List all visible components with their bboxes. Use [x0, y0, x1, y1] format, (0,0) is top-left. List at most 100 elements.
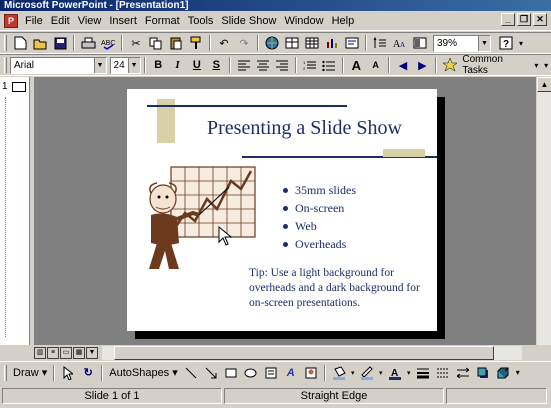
clip-art-icon[interactable] — [302, 364, 320, 382]
outline-view-icon[interactable]: ≡ — [47, 347, 59, 359]
tables-borders-icon[interactable] — [283, 34, 301, 52]
shadow-icon[interactable]: S — [208, 56, 225, 74]
menu-slide-show[interactable]: Slide Show — [217, 15, 280, 27]
scroll-thumb[interactable] — [114, 346, 494, 360]
insert-table-icon[interactable] — [303, 34, 321, 52]
menu-window[interactable]: Window — [280, 15, 327, 27]
close-button[interactable]: ✕ — [533, 13, 547, 26]
common-tasks-icon[interactable] — [441, 56, 458, 74]
bullet-list[interactable]: 35mm slides On-screen Web Overheads — [283, 181, 356, 253]
restore-button[interactable]: ❐ — [517, 13, 531, 26]
bold-icon[interactable]: B — [150, 56, 167, 74]
menu-tools[interactable]: Tools — [184, 15, 218, 27]
svg-text:?: ? — [503, 39, 509, 50]
autoshapes-button[interactable]: AutoShapes ▾ — [106, 366, 181, 379]
slide-show-icon[interactable]: ▼ — [86, 347, 98, 359]
chevron-down-icon[interactable]: ▼ — [93, 57, 106, 73]
open-icon[interactable] — [31, 34, 49, 52]
menu-view[interactable]: View — [74, 15, 106, 27]
scroll-up-icon[interactable]: ▲ — [537, 77, 551, 92]
increase-font-size-icon[interactable]: A — [348, 56, 365, 74]
shadow-style-icon[interactable] — [474, 364, 492, 382]
minimize-button[interactable]: _ — [501, 13, 515, 26]
3d-style-icon[interactable] — [494, 364, 512, 382]
line-icon[interactable] — [182, 364, 200, 382]
chevron-down-icon[interactable]: ▾ — [533, 56, 541, 74]
paste-icon[interactable] — [167, 34, 185, 52]
chevron-down-icon[interactable]: ▼ — [127, 57, 140, 73]
print-icon[interactable] — [79, 34, 97, 52]
hyperlink-icon[interactable] — [263, 34, 281, 52]
vertical-scrollbar[interactable]: ▲ — [536, 77, 551, 345]
save-icon[interactable] — [51, 34, 69, 52]
promote-icon[interactable]: ◀ — [394, 56, 411, 74]
slide-view-icon[interactable]: ▭ — [60, 347, 72, 359]
align-right-icon[interactable] — [274, 56, 291, 74]
italic-icon[interactable]: I — [169, 56, 186, 74]
toolbar-grip[interactable] — [4, 57, 7, 73]
grayscale-icon[interactable] — [411, 34, 429, 52]
presenter-chart-clipart[interactable] — [141, 163, 259, 273]
font-name-combo[interactable]: Arial ▼ — [9, 56, 107, 74]
menu-file[interactable]: File — [21, 15, 47, 27]
outline-pane[interactable]: 1 — [0, 77, 30, 345]
toolbar-options-icon[interactable]: ▾ — [542, 56, 550, 74]
new-slide-icon[interactable] — [343, 34, 361, 52]
toolbar-grip[interactable] — [4, 364, 7, 381]
oval-icon[interactable] — [242, 364, 260, 382]
slide-thumbnail-icon[interactable] — [12, 82, 26, 92]
wordart-icon[interactable]: A — [282, 364, 300, 382]
toolbar-options-icon[interactable]: ▾ — [514, 364, 522, 382]
bullets-icon[interactable] — [320, 56, 337, 74]
chevron-down-icon[interactable]: ▾ — [378, 364, 384, 382]
chevron-down-icon[interactable]: ▾ — [350, 364, 356, 382]
dash-style-icon[interactable] — [434, 364, 452, 382]
demote-icon[interactable]: ▶ — [414, 56, 431, 74]
chevron-down-icon[interactable]: ▾ — [406, 364, 412, 382]
menu-edit[interactable]: Edit — [47, 15, 74, 27]
undo-icon[interactable]: ↶ — [215, 34, 233, 52]
cut-icon[interactable]: ✂ — [127, 34, 145, 52]
normal-view-icon[interactable]: ▥ — [34, 347, 46, 359]
text-box-icon[interactable] — [262, 364, 280, 382]
font-size-combo[interactable]: 24 ▼ — [109, 56, 141, 74]
chevron-down-icon[interactable]: ▼ — [478, 35, 490, 51]
menu-help[interactable]: Help — [328, 15, 359, 27]
new-icon[interactable] — [11, 34, 29, 52]
align-left-icon[interactable] — [235, 56, 252, 74]
underline-icon[interactable]: U — [188, 56, 205, 74]
menu-format[interactable]: Format — [141, 15, 184, 27]
decrease-font-size-icon[interactable]: A — [367, 56, 384, 74]
align-center-icon[interactable] — [254, 56, 271, 74]
free-rotate-icon[interactable]: ↻ — [79, 364, 97, 382]
slide-canvas[interactable]: Presenting a Slide Show 35mm slides On-s… — [127, 89, 437, 331]
toolbar-options-icon[interactable]: ▾ — [517, 34, 525, 52]
rectangle-icon[interactable] — [222, 364, 240, 382]
toolbar-grip[interactable] — [4, 35, 7, 51]
numbering-icon[interactable]: 12 — [301, 56, 318, 74]
zoom-combo[interactable]: 39% ▼ — [433, 34, 491, 52]
fill-color-icon[interactable] — [330, 364, 348, 382]
expand-all-icon[interactable] — [371, 34, 389, 52]
app-icon[interactable]: P — [4, 13, 18, 28]
insert-chart-icon[interactable] — [323, 34, 341, 52]
copy-icon[interactable] — [147, 34, 165, 52]
draw-menu-button[interactable]: Draw ▾ — [10, 366, 50, 379]
help-icon[interactable]: ? — [497, 34, 515, 52]
select-objects-icon[interactable] — [59, 364, 77, 382]
menu-insert[interactable]: Insert — [105, 15, 141, 27]
common-tasks-button[interactable]: Common Tasks — [459, 54, 531, 76]
slide-title[interactable]: Presenting a Slide Show — [207, 117, 402, 140]
arrow-style-icon[interactable] — [454, 364, 472, 382]
show-formatting-icon[interactable]: AA — [391, 34, 409, 52]
arrow-icon[interactable] — [202, 364, 220, 382]
tip-text[interactable]: Tip: Use a light background for overhead… — [249, 266, 429, 311]
redo-icon[interactable]: ↷ — [235, 34, 253, 52]
horizontal-scrollbar[interactable] — [102, 346, 522, 360]
font-color-icon[interactable]: A — [386, 364, 404, 382]
line-style-icon[interactable] — [414, 364, 432, 382]
slide-sorter-view-icon[interactable]: ▦ — [73, 347, 85, 359]
line-color-icon[interactable] — [358, 364, 376, 382]
spelling-icon[interactable]: ABC — [99, 34, 117, 52]
format-painter-icon[interactable] — [187, 34, 205, 52]
